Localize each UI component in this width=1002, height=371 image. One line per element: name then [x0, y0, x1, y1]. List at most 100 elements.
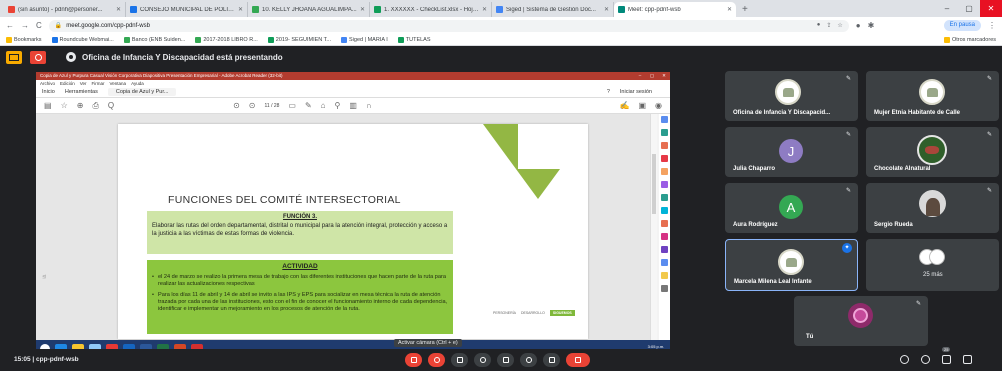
menu-ventana[interactable]: Ventana — [110, 80, 127, 87]
tab-herramientas[interactable]: Herramientas — [65, 89, 98, 95]
participant-tile[interactable]: ✎ Chocolate Alnatural — [866, 127, 999, 177]
comment-icon[interactable] — [661, 168, 668, 175]
menu-ver[interactable]: Ver — [80, 80, 87, 87]
pinned-icon[interactable]: ✦ — [842, 243, 852, 253]
people-icon[interactable] — [921, 355, 930, 364]
back-arrow-icon[interactable]: ← — [6, 21, 14, 30]
select-icon[interactable]: ▭ — [288, 101, 296, 110]
browser-tab-gmail[interactable]: (sin asunto) - pdnh@personer... ✕ — [4, 2, 126, 17]
print-icon[interactable]: ⎙ — [92, 101, 98, 111]
send-icon[interactable] — [661, 233, 668, 240]
close-tab-icon[interactable]: ✕ — [360, 6, 365, 13]
tab-inicio[interactable]: Inicio — [42, 89, 55, 95]
bookmark-item[interactable]: Roundcube Webmai... — [51, 36, 114, 43]
pen-icon[interactable]: ✎ — [305, 101, 312, 110]
reaction-button[interactable] — [474, 353, 491, 367]
activities-icon[interactable] — [963, 355, 972, 364]
protect-icon[interactable] — [661, 220, 668, 227]
camera-icon[interactable]: ● — [817, 22, 821, 29]
new-tab-button[interactable]: + — [736, 2, 754, 17]
stamp-icon[interactable]: ∩ — [366, 101, 372, 110]
scissors-icon[interactable] — [661, 285, 668, 292]
edit-pdf-icon[interactable] — [661, 142, 668, 149]
upload-icon[interactable]: ⊕ — [77, 101, 84, 110]
minimize-icon[interactable]: – — [936, 0, 958, 17]
browser-tab-kelly[interactable]: 10. KELLY JHOANA AGUALIMPA... ✕ — [248, 2, 370, 17]
measure-icon[interactable] — [661, 246, 668, 253]
browser-tab-siged[interactable]: Siged | Sistema de Gestión Doc... ✕ — [492, 2, 614, 17]
more-participants-tile[interactable]: 25 más — [866, 239, 999, 291]
prev-page-icon[interactable]: ⊙ — [233, 101, 240, 110]
close-tab-icon[interactable]: ✕ — [604, 6, 609, 13]
pin-option-icon[interactable]: ✎ — [987, 75, 992, 82]
fill-sign-icon[interactable] — [661, 194, 668, 201]
minimize-icon[interactable]: – — [634, 72, 646, 80]
close-window-icon[interactable]: ✕ — [658, 72, 670, 80]
bookmark-item[interactable]: Bookmarks — [6, 36, 42, 43]
notification-icon[interactable]: ◉ — [655, 101, 662, 110]
organize-icon[interactable] — [661, 181, 668, 188]
zoom-search-icon[interactable]: Q — [108, 101, 114, 110]
pin-option-icon[interactable]: ✎ — [916, 300, 921, 307]
pin-option-icon[interactable]: ✎ — [987, 187, 992, 194]
other-bookmarks[interactable]: Otros marcadores — [943, 36, 996, 43]
close-window-icon[interactable]: ✕ — [980, 0, 1002, 17]
bookmark-item[interactable]: Banco (ENB Suiden... — [123, 36, 185, 43]
extension-icon[interactable]: ● — [856, 21, 861, 30]
export-pdf-icon[interactable] — [661, 129, 668, 136]
scrollbar-thumb[interactable] — [652, 154, 656, 214]
participant-tile[interactable]: ✎ J Julia Chaparro — [725, 127, 858, 177]
stamp-tool-icon[interactable] — [661, 259, 668, 266]
pin-option-icon[interactable]: ✎ — [846, 75, 851, 82]
camera-off-button[interactable] — [428, 353, 445, 367]
puzzle-icon[interactable]: ✱ — [868, 21, 875, 30]
mail-icon[interactable]: ▣ — [638, 101, 646, 110]
bookmark-item[interactable]: 2017-2018 LIBRO R... — [195, 36, 258, 43]
pin-option-icon[interactable]: ✎ — [987, 131, 992, 138]
highlight-icon[interactable]: ⌂ — [321, 101, 326, 110]
bookmark-item[interactable]: 2019- SEGUIMIEN T... — [267, 36, 331, 43]
mic-off-button[interactable] — [405, 353, 422, 367]
record-icon[interactable] — [30, 50, 46, 64]
maximize-icon[interactable]: ▢ — [646, 72, 658, 80]
browser-tab-consejo[interactable]: CONSEJO MUNICIPAL DE POLÍTI... ✕ — [126, 2, 248, 17]
pin-option-icon[interactable]: ✎ — [846, 187, 851, 194]
sign-pen-icon[interactable]: ✍ — [619, 101, 629, 110]
bookmark-star-icon[interactable]: ☆ — [61, 101, 68, 110]
present-screen-icon[interactable] — [6, 50, 22, 64]
chat-icon[interactable] — [942, 355, 951, 364]
leave-call-button[interactable] — [566, 353, 590, 367]
document-scrollbar[interactable] — [650, 114, 657, 340]
browser-tab-checklist[interactable]: 1. XXXXXX - CheckList.xlsx - Hoja... ✕ — [370, 2, 492, 17]
trash-icon[interactable]: ▥ — [349, 101, 357, 110]
participant-tile[interactable]: ✎ Mujer Etnia Habitante de Calle — [866, 71, 999, 121]
save-icon[interactable]: ▤ — [44, 101, 52, 110]
browser-tab-meet[interactable]: Meet: cpp-pdnf-wsb ✕ — [614, 2, 736, 17]
star-icon[interactable]: ☆ — [837, 22, 842, 29]
bookmark-item[interactable]: Siged | MARIA I — [341, 36, 388, 43]
sync-paused-button[interactable]: En pausa — [943, 20, 981, 31]
menu-archivo[interactable]: Archivo — [40, 80, 55, 87]
help-icon[interactable]: ? — [607, 89, 610, 95]
more-options-button[interactable] — [543, 353, 560, 367]
more-tools-icon[interactable] — [661, 272, 668, 279]
present-button[interactable] — [497, 353, 514, 367]
zoom-icon[interactable] — [661, 116, 668, 123]
maximize-icon[interactable]: ▢ — [958, 0, 980, 17]
raise-hand-button[interactable] — [520, 353, 537, 367]
info-icon[interactable] — [900, 355, 909, 364]
menu-edicion[interactable]: Edición — [60, 80, 75, 87]
self-tile[interactable]: ✎ Tú — [794, 296, 928, 346]
participant-tile-pinned[interactable]: ✦ Marcela Milena Leal Infante — [725, 239, 858, 291]
create-pdf-icon[interactable] — [661, 155, 668, 162]
forward-arrow-icon[interactable]: → — [21, 21, 29, 30]
captions-button[interactable] — [451, 353, 468, 367]
reload-icon[interactable]: C — [36, 21, 42, 30]
participant-tile[interactable]: ✎ Oficina de Infancia Y Discapacid... — [725, 71, 858, 121]
page-indicator[interactable]: 11 / 28 — [264, 103, 279, 109]
close-tab-icon[interactable]: ✕ — [727, 6, 732, 13]
close-tab-icon[interactable]: ✕ — [238, 6, 243, 13]
sign-icon[interactable]: ⚲ — [335, 101, 341, 110]
menu-firmar[interactable]: Firmar — [92, 80, 105, 87]
participant-tile[interactable]: ✎ A Aura Rodríguez — [725, 183, 858, 233]
